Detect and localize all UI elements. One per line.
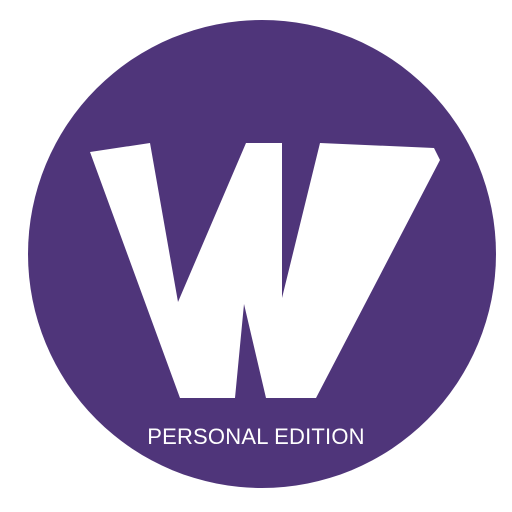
edition-label: PERSONAL EDITION <box>147 424 365 449</box>
app-logo: PERSONAL EDITION <box>0 0 512 512</box>
